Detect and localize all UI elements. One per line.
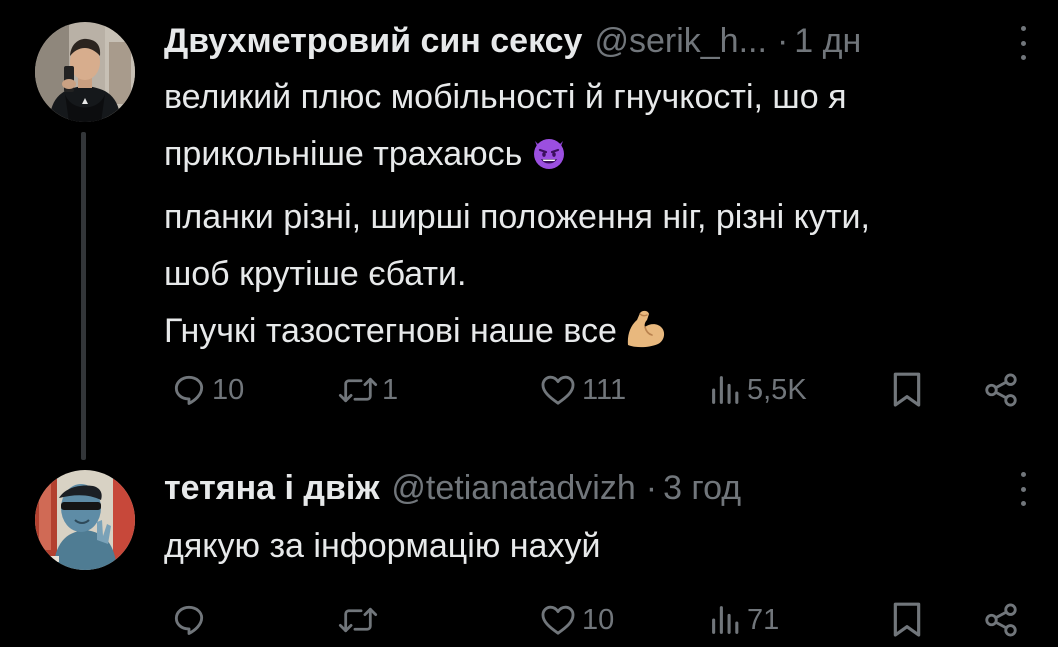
share-icon (985, 373, 1017, 407)
views-icon (712, 376, 739, 404)
tweet-header: Двухметровий син сексу @serik_h... · 1 д… (164, 21, 861, 61)
author-display-name[interactable]: Двухметровий син сексу (164, 21, 582, 61)
bookmark-button[interactable] (889, 595, 925, 645)
tweet[interactable]: тетяна і двіж @tetianatadvizh · 3 год дя… (0, 450, 1058, 647)
avatar[interactable] (35, 470, 135, 570)
more-icon[interactable] (1018, 472, 1028, 506)
action-bar: 10 1 111 5,5K (164, 365, 1034, 415)
share-button[interactable] (982, 595, 1020, 645)
more-icon[interactable] (1018, 26, 1028, 60)
avatar-painting (35, 470, 135, 570)
repost-icon (338, 377, 378, 403)
like-button[interactable]: 111 (538, 365, 626, 415)
bookmark-icon (893, 372, 921, 407)
avatar-photo-man (35, 22, 135, 122)
views-count: 5,5K (747, 373, 807, 406)
views-button[interactable]: 5,5K (709, 365, 807, 415)
views-icon (712, 606, 739, 634)
repost-icon (338, 607, 378, 633)
tweet-text: дякую за інформацію нахуй (164, 518, 1044, 575)
reply-count: 10 (212, 373, 245, 406)
author-handle[interactable]: @serik_h... (594, 21, 766, 61)
text-line-content: прикольніше трахаюсь (164, 135, 523, 173)
avatar[interactable] (35, 22, 135, 122)
tweet-header: тетяна і двіж @tetianatadvizh · 3 год (164, 468, 741, 508)
like-icon (541, 375, 575, 405)
like-count: 10 (582, 603, 615, 636)
text-line: шоб крутіше єбати. (164, 255, 467, 293)
bookmark-button[interactable] (889, 365, 925, 415)
smiling-devil-emoji (530, 132, 568, 189)
text-line: великий плюс мобільності й гнучкості, шо… (164, 78, 847, 116)
separator-dot: · (645, 469, 658, 507)
action-bar: 10 71 (164, 595, 1034, 645)
views-count: 71 (747, 603, 780, 636)
tweet-text: великий плюс мобільності й гнучкості, шо… (164, 69, 1044, 366)
share-button[interactable] (982, 365, 1020, 415)
author-handle[interactable]: @tetianatadvizh (391, 468, 635, 508)
text-line: Гнучкі тазостегнові наше все (164, 303, 1044, 366)
bookmark-icon (893, 602, 921, 637)
like-count: 111 (582, 373, 627, 406)
text-line-content: Гнучкі тазостегнові наше все (164, 312, 617, 350)
share-icon (985, 603, 1017, 637)
repost-button[interactable] (338, 595, 382, 645)
repost-count: 1 (382, 373, 399, 406)
like-button[interactable]: 10 (538, 595, 614, 645)
text-line: дякую за інформацію нахуй (164, 527, 601, 565)
thread-connector (81, 132, 86, 460)
repost-button[interactable]: 1 (338, 365, 398, 415)
text-line: прикольніше трахаюсь (164, 126, 1044, 189)
like-icon (541, 605, 575, 635)
flexed-biceps-emoji (625, 308, 667, 366)
reply-icon (174, 375, 204, 405)
timestamp[interactable]: 1 дн (794, 21, 861, 61)
tweet[interactable]: Двухметровий син сексу @serik_h... · 1 д… (0, 0, 1058, 460)
author-display-name[interactable]: тетяна і двіж (164, 468, 379, 508)
reply-icon (174, 605, 204, 635)
reply-button[interactable] (170, 595, 212, 645)
text-line: планки різні, ширші положення ніг, різні… (164, 198, 870, 236)
reply-button[interactable]: 10 (170, 365, 244, 415)
timestamp[interactable]: 3 год (663, 468, 741, 508)
separator-dot: · (776, 22, 789, 60)
views-button[interactable]: 71 (709, 595, 779, 645)
